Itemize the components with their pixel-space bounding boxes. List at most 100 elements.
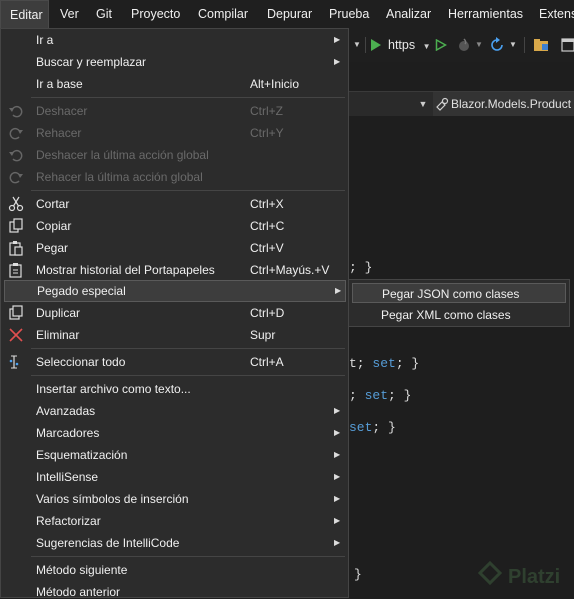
menu-item-ir-a[interactable]: Ir a ▶ <box>4 29 346 51</box>
menu-item-eliminar[interactable]: Eliminar Supr <box>4 324 346 346</box>
window-icon[interactable] <box>561 38 574 52</box>
menu-item-refactorizar[interactable]: Refactorizar ▶ <box>4 510 346 532</box>
menu-proyecto[interactable]: Proyecto <box>131 0 180 28</box>
menu-herramientas[interactable]: Herramientas <box>448 0 523 28</box>
menu-item-buscar-reemplazar[interactable]: Buscar y reemplazar ▶ <box>4 51 346 73</box>
chevron-right-icon: ▶ <box>334 538 341 547</box>
delete-x-icon <box>9 328 23 342</box>
menu-item-insertar-archivo[interactable]: Insertar archivo como texto... <box>4 378 346 400</box>
undo-global-icon <box>9 149 23 162</box>
copy-icon <box>9 218 23 233</box>
menu-item-varios-simbolos[interactable]: Varios símbolos de inserción ▶ <box>4 488 346 510</box>
submenu-item-pegar-xml[interactable]: Pegar XML como clases <box>352 305 566 325</box>
folder-icon[interactable] <box>533 38 549 52</box>
menu-item-shortcut: Ctrl+Y <box>250 126 284 140</box>
menu-compilar[interactable]: Compilar <box>198 0 248 28</box>
menu-item-label: Rehacer la última acción global <box>36 170 203 184</box>
menu-item-metodo-siguiente[interactable]: Método siguiente <box>4 559 346 581</box>
menu-item-label: Varios símbolos de inserción <box>36 492 189 506</box>
menu-item-label: Ir a <box>36 33 54 47</box>
menu-item-label: Marcadores <box>36 426 100 440</box>
menu-ver[interactable]: Ver <box>60 0 79 28</box>
paste-icon <box>9 241 23 256</box>
code-line: ; set; } <box>349 388 412 403</box>
pegado-especial-submenu: Pegar JSON como clases Pegar XML como cl… <box>348 279 570 327</box>
code-line: set; } <box>349 420 396 435</box>
menu-item-intellisense[interactable]: IntelliSense ▶ <box>4 466 346 488</box>
menu-item-rehacer-global[interactable]: Rehacer la última acción global <box>4 166 346 188</box>
menu-item-label: Seleccionar todo <box>36 355 126 369</box>
clipboard-history-icon <box>9 263 22 278</box>
menu-item-shortcut: Ctrl+A <box>250 355 284 369</box>
chevron-right-icon: ▶ <box>334 35 341 44</box>
chevron-right-icon: ▶ <box>334 450 341 459</box>
chevron-right-icon: ▶ <box>334 57 341 66</box>
menu-item-label: Deshacer la última acción global <box>36 148 209 162</box>
menu-item-historial-portapapeles[interactable]: Mostrar historial del Portapapeles Ctrl+… <box>4 259 346 281</box>
svg-text:Platzi: Platzi <box>508 566 560 588</box>
menu-item-ir-a-base[interactable]: Ir a base Alt+Inicio <box>4 73 346 95</box>
menu-item-label: Refactorizar <box>36 514 101 528</box>
menu-item-sugerencias-intellicode[interactable]: Sugerencias de IntelliCode ▶ <box>4 532 346 554</box>
chevron-down-icon[interactable]: ▼ <box>416 92 430 116</box>
menu-item-deshacer[interactable]: Deshacer Ctrl+Z <box>4 100 346 122</box>
menu-git[interactable]: Git <box>96 0 112 28</box>
hot-reload-icon[interactable] <box>456 37 472 53</box>
menu-item-label: Sugerencias de IntelliCode <box>36 536 180 550</box>
play-outline-icon[interactable] <box>435 39 447 51</box>
redo-icon <box>9 127 23 140</box>
menu-item-metodo-anterior[interactable]: Método anterior <box>4 581 346 599</box>
code-line: } <box>354 567 362 582</box>
menu-item-esquematizacion[interactable]: Esquematización ▶ <box>4 444 346 466</box>
menu-item-label: Insertar archivo como texto... <box>36 382 191 396</box>
code-line: t; set; } <box>349 356 420 371</box>
menu-analizar[interactable]: Analizar <box>386 0 431 28</box>
menu-separator <box>31 97 345 98</box>
menu-extensiones[interactable]: Extensi <box>539 0 574 28</box>
play-icon[interactable] <box>370 39 382 51</box>
menu-item-label: Rehacer <box>36 126 82 140</box>
member-dropdown[interactable]: Blazor.Models.Product <box>433 92 574 116</box>
menu-item-shortcut: Supr <box>250 328 276 342</box>
menu-item-copiar[interactable]: Copiar Ctrl+C <box>4 215 346 237</box>
code-editor[interactable]: ; } t; set; } ; set; } set; } } <box>349 116 574 598</box>
menu-item-shortcut: Ctrl+V <box>250 241 284 255</box>
toolbar-separator <box>365 37 366 53</box>
select-all-icon <box>9 355 19 369</box>
chevron-down-icon[interactable]: ▼ <box>509 28 517 62</box>
menu-item-marcadores[interactable]: Marcadores ▶ <box>4 422 346 444</box>
menu-depurar[interactable]: Depurar <box>267 0 312 28</box>
menu-item-shortcut: Ctrl+Mayús.+V <box>250 263 330 277</box>
menu-item-shortcut: Ctrl+X <box>250 197 284 211</box>
refresh-icon[interactable] <box>489 37 505 53</box>
menu-item-label: Deshacer <box>36 104 88 118</box>
platzi-logo: Platzi <box>478 561 560 588</box>
menu-item-avanzadas[interactable]: Avanzadas ▶ <box>4 400 346 422</box>
chevron-right-icon: ▶ <box>335 286 342 295</box>
menu-editar[interactable]: Editar <box>0 0 49 28</box>
menu-item-shortcut: Ctrl+D <box>250 306 285 320</box>
menu-item-cortar[interactable]: Cortar Ctrl+X <box>4 193 346 215</box>
editor-navigation-bar: ▼ Blazor.Models.Product <box>349 91 574 117</box>
menu-item-rehacer[interactable]: Rehacer Ctrl+Y <box>4 122 346 144</box>
run-target-button[interactable]: https ▼ <box>388 28 431 62</box>
submenu-item-label: Pegar JSON como clases <box>382 287 520 301</box>
run-target-label: https <box>388 38 416 52</box>
menu-item-deshacer-global[interactable]: Deshacer la última acción global <box>4 144 346 166</box>
chevron-right-icon: ▶ <box>334 406 341 415</box>
menu-prueba[interactable]: Prueba <box>329 0 369 28</box>
menu-item-pegar[interactable]: Pegar Ctrl+V <box>4 237 346 259</box>
menu-item-seleccionar-todo[interactable]: Seleccionar todo Ctrl+A <box>4 351 346 373</box>
chevron-down-icon[interactable]: ▼ <box>475 28 483 62</box>
menu-item-duplicar[interactable]: Duplicar Ctrl+D <box>4 302 346 324</box>
menu-bar: Editar Ver Git Proyecto Compilar Depurar… <box>0 0 574 28</box>
chevron-down-icon[interactable]: ▼ <box>353 28 361 62</box>
menu-item-shortcut: Ctrl+C <box>250 219 285 233</box>
menu-item-label: Método anterior <box>36 585 121 599</box>
menu-item-pegado-especial[interactable]: Pegado especial ▶ <box>4 280 346 302</box>
chevron-right-icon: ▶ <box>334 494 341 503</box>
submenu-item-pegar-json[interactable]: Pegar JSON como clases <box>352 283 566 303</box>
redo-global-icon <box>9 171 23 184</box>
menu-item-label: Mostrar historial del Portapapeles <box>36 263 215 277</box>
member-label: Blazor.Models.Product <box>451 97 572 111</box>
